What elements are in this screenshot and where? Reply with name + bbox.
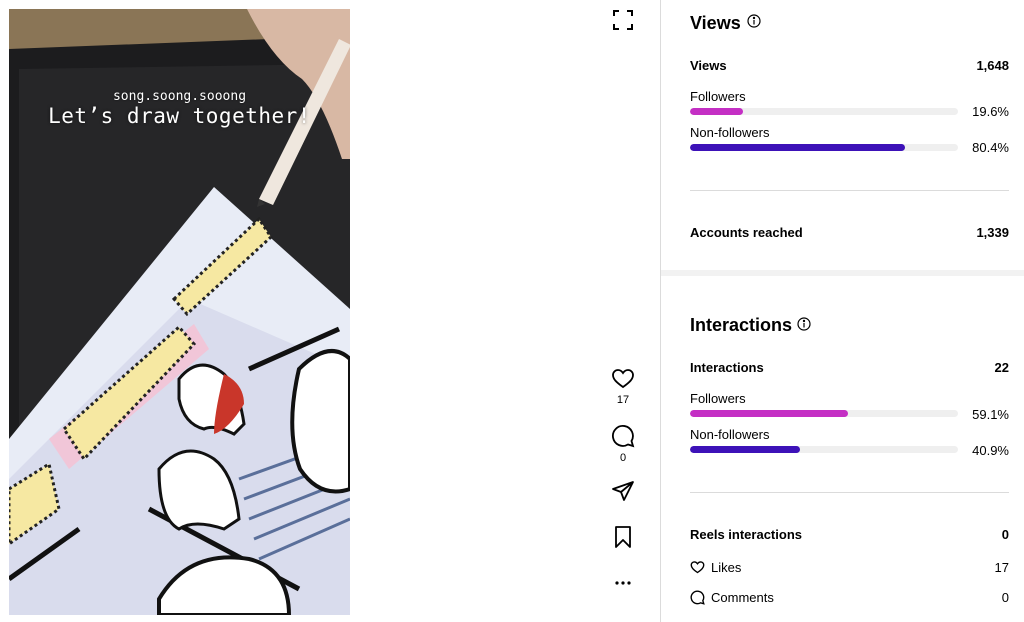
views-followers-label: Followers [690,89,746,104]
interactions-nonfollowers-label: Non-followers [690,427,770,442]
views-followers-bar-fill [690,108,743,115]
info-icon[interactable] [747,14,761,28]
share-icon[interactable] [611,479,635,503]
comments-label: Comments [711,590,774,605]
interactions-followers-bar [690,410,958,417]
likes-value: 17 [994,560,1009,575]
accounts-reached-value: 1,339 [976,225,1009,240]
views-followers-pct: 19.6% [972,104,1009,119]
more-icon[interactable] [611,571,635,595]
views-label: Views [690,58,727,73]
views-section: Views Views 1,648 Followers 19.6% Non-fo… [661,0,1024,270]
likes-count: 17 [616,394,630,406]
interactions-nonfollowers-bar [690,446,958,453]
reels-interactions-value: 0 [1001,527,1009,542]
views-value: 1,648 [976,58,1009,73]
views-nonfollowers-bar [690,144,958,151]
comments-count: 0 [619,452,627,464]
expand-icon[interactable] [611,8,635,32]
divider [690,190,1009,191]
bookmark-icon[interactable] [611,525,635,549]
interactions-value: 22 [994,360,1009,375]
comment-icon[interactable] [611,424,635,448]
overlay-username: song.soong.sooong [112,89,247,104]
views-nonfollowers-label: Non-followers [690,125,770,140]
interactions-title: Interactions [690,315,793,335]
comments-value: 0 [1001,590,1009,605]
interactions-followers-pct: 59.1% [972,407,1009,422]
action-rail: 17 0 [600,0,646,622]
heart-icon[interactable] [611,367,635,391]
views-nonfollowers-bar-fill [690,144,906,151]
accounts-reached-label: Accounts reached [690,225,803,240]
comment-icon [690,590,705,605]
interactions-nonfollowers-bar-fill [690,446,800,453]
comments-row: Comments 0 [690,589,1009,607]
reels-interactions-label: Reels interactions [690,527,802,542]
likes-label: Likes [711,560,742,575]
overlay-caption: Let’s draw together! [48,104,311,128]
interactions-nonfollowers-pct: 40.9% [972,443,1009,458]
insights-panel: Views Views 1,648 Followers 19.6% Non-fo… [660,0,1024,622]
interactions-label: Interactions [690,360,764,375]
interactions-followers-label: Followers [690,391,746,406]
views-followers-bar [690,108,958,115]
divider [690,492,1009,493]
heart-icon [690,560,705,575]
reel-video[interactable]: song.soong.sooong Let’s draw together! [9,9,350,615]
likes-row: Likes 17 [690,559,1009,577]
interactions-section: Interactions Interactions 22 Followers 5… [661,276,1024,622]
interactions-followers-bar-fill [690,410,849,417]
views-nonfollowers-pct: 80.4% [972,140,1009,155]
views-title: Views [690,13,741,33]
info-icon[interactable] [797,317,811,331]
